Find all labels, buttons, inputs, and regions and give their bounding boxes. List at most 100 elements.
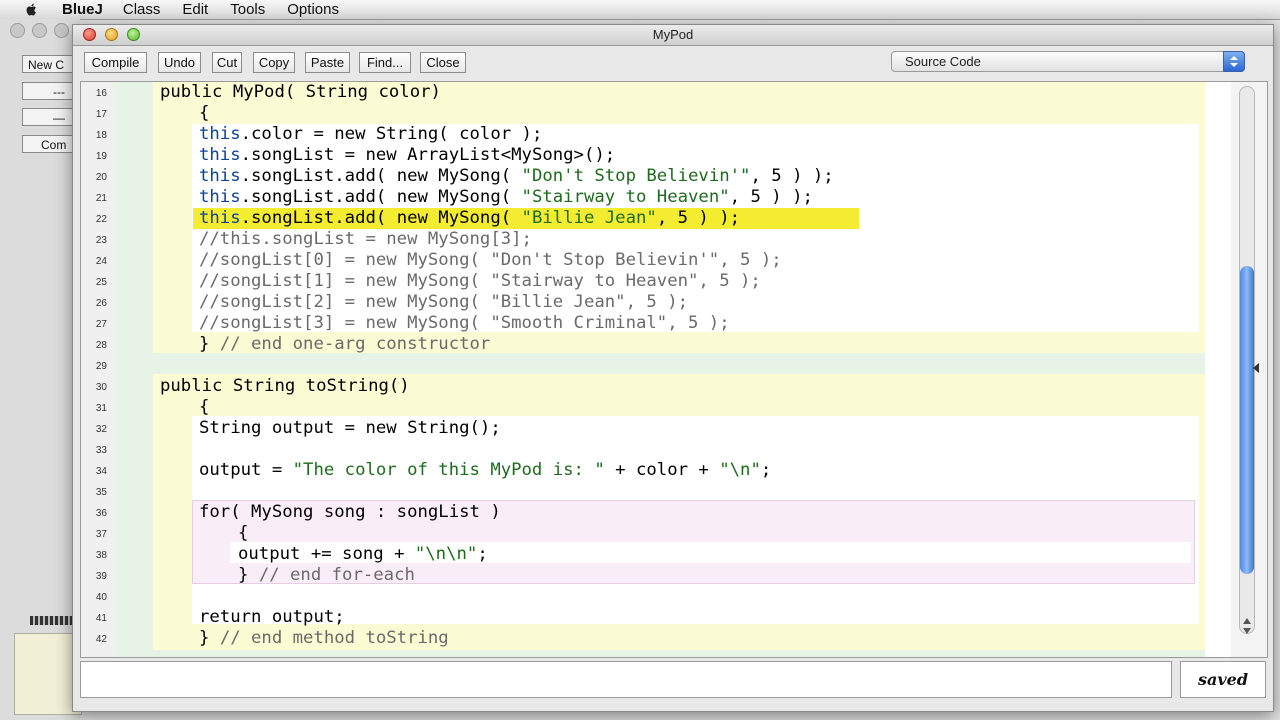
code-line[interactable]: 18 this.color = new String( color ); (81, 124, 1231, 145)
line-number: 41 (95, 613, 107, 624)
line-number: 34 (95, 466, 107, 477)
save-status-badge: saved (1180, 661, 1266, 698)
code-text: //songList[2] = new MySong( "Billie Jean… (199, 292, 688, 312)
code-line[interactable]: 23 //this.songList = new MySong[3]; (81, 229, 1231, 250)
zoom-window-icon[interactable] (127, 28, 140, 41)
code-line[interactable]: 41 return output; (81, 607, 1231, 628)
code-line[interactable]: 42} // end method toString (81, 628, 1231, 649)
code-line[interactable]: 29 (81, 355, 1231, 376)
code-line[interactable]: 24 //songList[0] = new MySong( "Don't Sto… (81, 250, 1231, 271)
code-text: { (199, 103, 210, 123)
line-number: 30 (95, 382, 107, 393)
code-line[interactable]: 26 //songList[2] = new MySong( "Billie Je… (81, 292, 1231, 313)
line-number: 40 (95, 592, 107, 603)
code-line[interactable]: 35 (81, 481, 1231, 502)
background-project-window: New C --- — Com (0, 19, 82, 720)
code-line[interactable]: 25 //songList[1] = new MySong( "Stairway … (81, 271, 1231, 292)
line-number: 26 (95, 298, 107, 309)
code-line[interactable]: 39 } // end for-each (81, 565, 1231, 586)
code-text: { (199, 397, 210, 417)
line-number: 21 (95, 193, 107, 204)
line-number: 33 (95, 445, 107, 456)
code-text: for( MySong song : songList ) (199, 502, 501, 522)
scrollbar-thumb[interactable] (1240, 266, 1254, 574)
close-window-icon[interactable] (83, 28, 96, 41)
code-line[interactable]: 34 output = "The color of this MyPod is: … (81, 460, 1231, 481)
line-number: 17 (95, 109, 107, 120)
cut-button[interactable]: Cut (212, 52, 242, 73)
code-text: //songList[1] = new MySong( "Stairway to… (199, 271, 761, 291)
code-line[interactable]: 28} // end one-arg constructor (81, 334, 1231, 355)
line-number: 39 (95, 571, 107, 582)
code-line[interactable]: 30 public String toString() (81, 376, 1231, 397)
collapse-panel-icon[interactable] (1253, 363, 1259, 373)
status-message-area (80, 661, 1172, 698)
code-text: output += song + "\n\n"; (238, 544, 488, 564)
line-number: 35 (95, 487, 107, 498)
code-line[interactable]: 38 output += song + "\n\n"; (81, 544, 1231, 565)
compile-button[interactable]: Compile (84, 52, 147, 73)
editor-title-bar[interactable]: MyPod (73, 25, 1273, 46)
line-number: 22 (95, 214, 107, 225)
code-text: output = "The color of this MyPod is: " … (199, 460, 772, 480)
code-line[interactable]: 16 public MyPod( String color) (81, 82, 1231, 103)
line-number: 23 (95, 235, 107, 246)
menu-options[interactable]: Options (287, 1, 339, 18)
code-line[interactable]: 40 (81, 586, 1231, 607)
code-text: this.songList.add( new MySong( "Don't St… (199, 166, 834, 186)
code-text: this.songList = new ArrayList<MySong>(); (199, 145, 616, 165)
line-number: 19 (95, 151, 107, 162)
close-button[interactable]: Close (420, 52, 466, 73)
line-number: 32 (95, 424, 107, 435)
menu-edit[interactable]: Edit (182, 1, 208, 18)
line-number: 36 (95, 508, 107, 519)
find-button[interactable]: Find... (359, 52, 411, 73)
window-title: MyPod (652, 27, 694, 42)
menu-class[interactable]: Class (123, 1, 161, 18)
dropdown-arrows-icon[interactable] (1223, 51, 1245, 72)
bg-zoom-icon[interactable] (54, 23, 69, 38)
code-line[interactable]: 36 for( MySong song : songList ) (81, 502, 1231, 523)
code-text: this.color = new String( color ); (199, 124, 543, 144)
code-line[interactable]: 32 String output = new String(); (81, 418, 1231, 439)
line-number: 28 (95, 340, 107, 351)
code-text: this.songList.add( new MySong( "Billie J… (199, 208, 741, 228)
code-text: } // end for-each (238, 565, 415, 585)
code-editor[interactable]: 16 public MyPod( String color) 17 {18 this.c… (80, 81, 1268, 658)
code-line[interactable]: 31 { (81, 397, 1231, 418)
line-number: 27 (95, 319, 107, 330)
paste-button[interactable]: Paste (305, 52, 350, 73)
code-text: //this.songList = new MySong[3]; (199, 229, 532, 249)
code-line[interactable]: 27 //songList[3] = new MySong( "Smooth Cr… (81, 313, 1231, 334)
line-number: 20 (95, 172, 107, 183)
scroll-arrows[interactable] (1239, 614, 1255, 646)
apple-icon[interactable] (22, 2, 42, 17)
code-text: //songList[0] = new MySong( "Don't Stop … (199, 250, 782, 270)
code-line[interactable]: 19 this.songList = new ArrayList<MySong>(… (81, 145, 1231, 166)
code-line[interactable]: 37 { (81, 523, 1231, 544)
bg-close-icon[interactable] (10, 23, 25, 38)
code-line[interactable]: 33 (81, 439, 1231, 460)
menu-tools[interactable]: Tools (230, 1, 265, 18)
code-text: { (238, 523, 249, 543)
code-text: return output; (199, 607, 345, 627)
scroll-down-icon[interactable] (1243, 628, 1251, 634)
vertical-scrollbar[interactable] (1231, 82, 1267, 657)
view-selector-dropdown[interactable]: Source Code (891, 51, 1245, 72)
code-line[interactable]: 21 this.songList.add( new MySong( "Stairw… (81, 187, 1231, 208)
line-number: 18 (95, 130, 107, 141)
bg-minimize-icon[interactable] (32, 23, 47, 38)
line-number: 37 (95, 529, 107, 540)
line-number: 31 (95, 403, 107, 414)
code-line[interactable]: 17 { (81, 103, 1231, 124)
menu-app-name[interactable]: BlueJ (62, 1, 103, 18)
code-lines: 16 public MyPod( String color) 17 {18 this.c… (81, 82, 1231, 657)
code-line[interactable]: 20 this.songList.add( new MySong( "Don't … (81, 166, 1231, 187)
code-text: this.songList.add( new MySong( "Stairway… (199, 187, 813, 207)
copy-button[interactable]: Copy (253, 52, 295, 73)
minimize-window-icon[interactable] (105, 28, 118, 41)
code-line[interactable]: 22 this.songList.add( new MySong( "Billie… (81, 208, 1231, 229)
undo-button[interactable]: Undo (158, 52, 201, 73)
code-text: public MyPod( String color) (160, 82, 441, 102)
scroll-up-icon[interactable] (1243, 618, 1251, 624)
